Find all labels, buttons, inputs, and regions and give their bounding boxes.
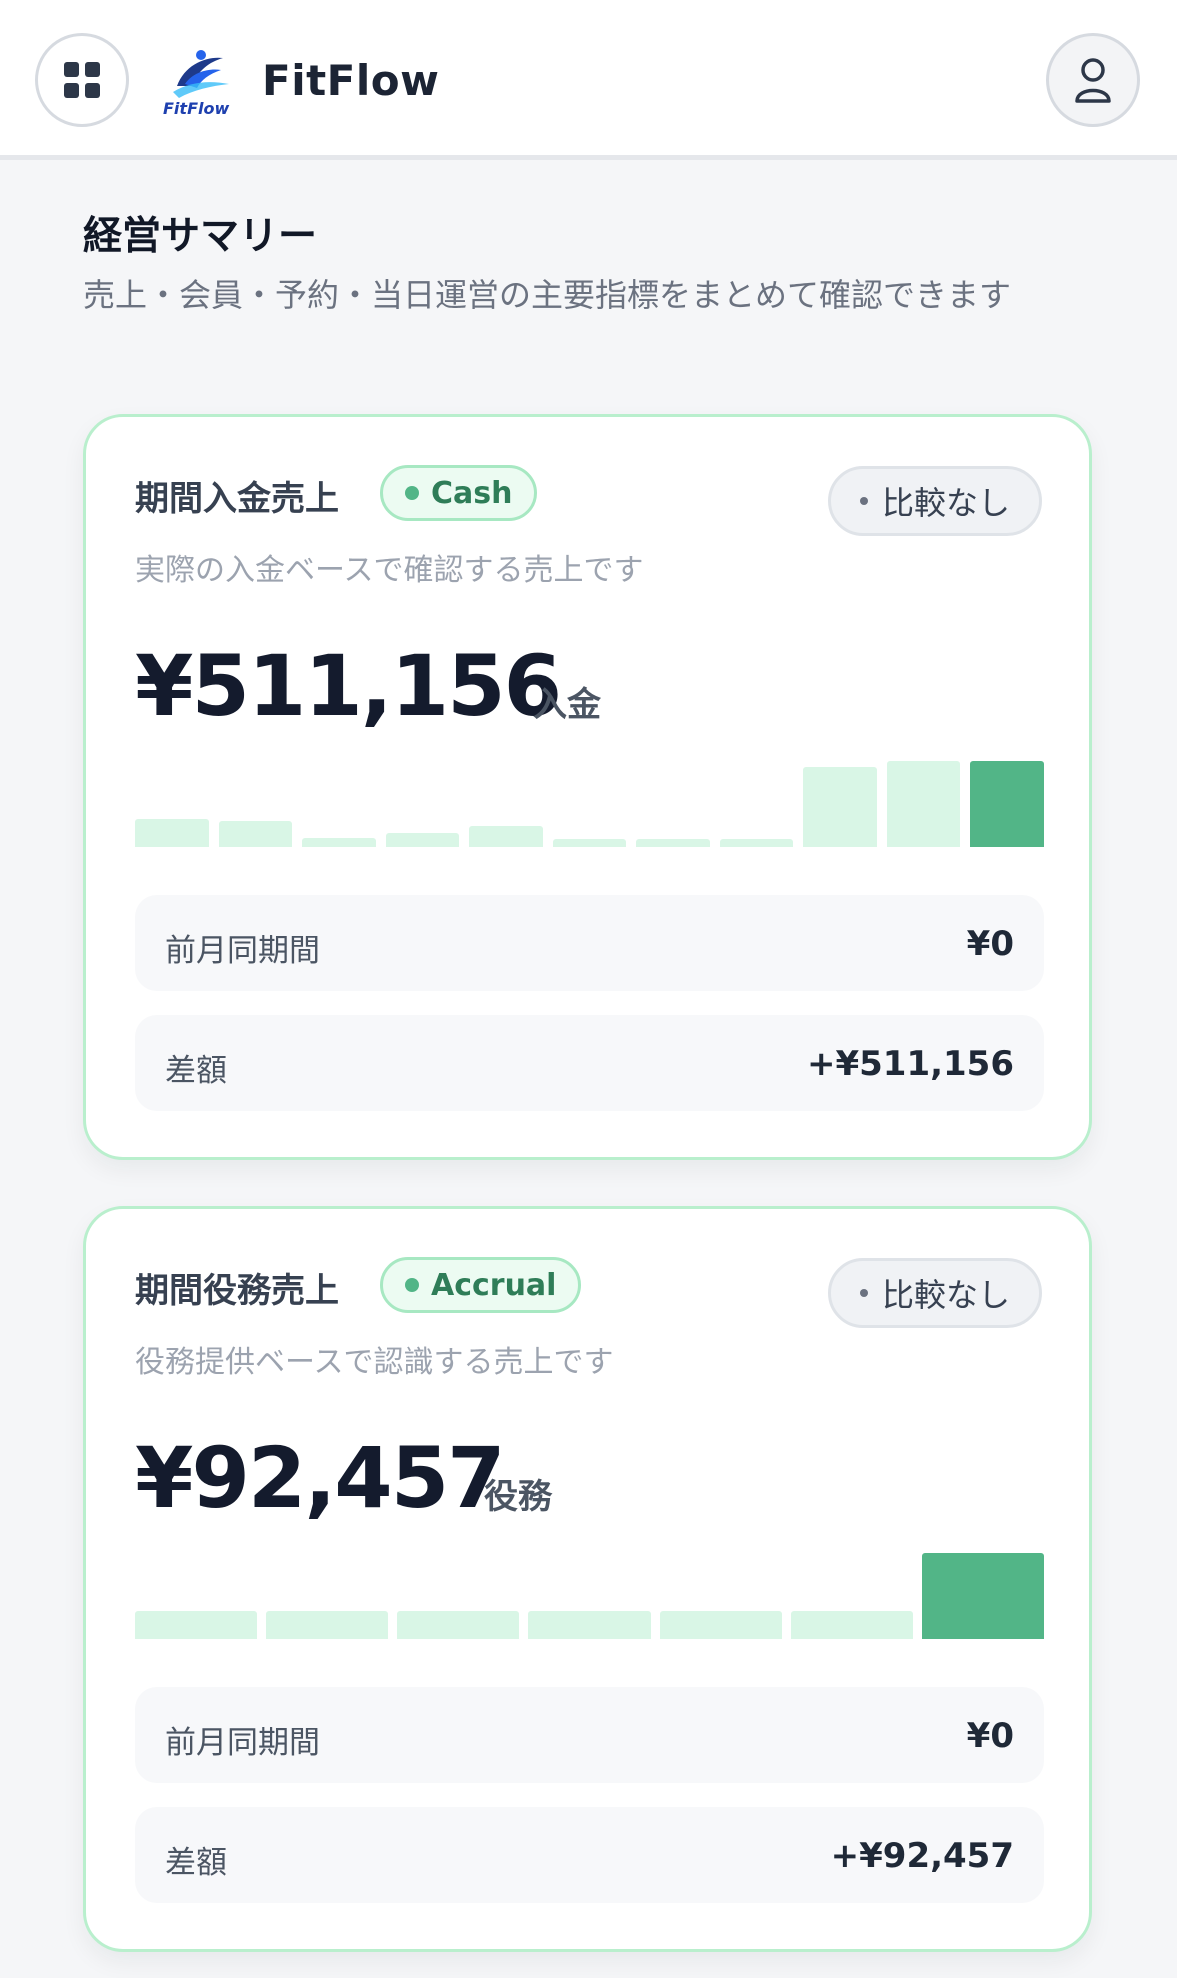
accrual-tag: Accrual bbox=[380, 1257, 582, 1313]
fitflow-logo: FitFlow bbox=[163, 50, 229, 118]
cash-revenue-card: 期間入金売上 Cash 比較なし 実際の入金ベースで確認する売上です ¥511,… bbox=[83, 414, 1092, 1160]
svg-text:FitFlow: FitFlow bbox=[163, 99, 229, 118]
user-icon bbox=[1075, 58, 1111, 103]
tag-label: Accrual bbox=[431, 1267, 557, 1303]
trend-bar bbox=[135, 818, 209, 847]
row-label: 差額 bbox=[165, 1053, 227, 1089]
trend-bar bbox=[385, 833, 460, 847]
trend-bar bbox=[302, 838, 376, 847]
grid-icon bbox=[64, 62, 100, 98]
user-account-button[interactable] bbox=[1046, 33, 1140, 127]
row-label: 前月同期間 bbox=[165, 1725, 320, 1761]
status-dot-icon bbox=[405, 1278, 419, 1292]
amount-unit: 入金 bbox=[533, 685, 601, 725]
compare-label: 比較なし bbox=[881, 1276, 1010, 1314]
revenue-amount: ¥511,156 bbox=[135, 637, 562, 735]
accrual-revenue-card: 期間役務売上 Accrual 比較なし 役務提供ベースで認識する売上です ¥92… bbox=[83, 1206, 1092, 1952]
current-period-bar bbox=[970, 761, 1045, 847]
trend-bar bbox=[886, 761, 961, 847]
trend-bar bbox=[266, 1610, 389, 1639]
app-header: FitFlow FitFlow bbox=[0, 0, 1177, 160]
row-value: +¥511,156 bbox=[806, 1044, 1014, 1084]
row-value: ¥0 bbox=[966, 1716, 1014, 1756]
brand-name: FitFlow bbox=[262, 56, 440, 105]
card-description: 実際の入金ベースで確認する売上です bbox=[135, 553, 644, 588]
trend-bar bbox=[719, 839, 794, 847]
revenue-amount: ¥92,457 bbox=[135, 1429, 506, 1527]
card-title: 期間役務売上 bbox=[135, 1271, 339, 1311]
amount-unit: 役務 bbox=[484, 1477, 552, 1517]
row-label: 差額 bbox=[165, 1845, 227, 1881]
trend-bar bbox=[218, 821, 293, 847]
previous-period-row: 前月同期間 ¥0 bbox=[135, 1687, 1044, 1783]
row-label: 前月同期間 bbox=[165, 933, 320, 969]
trend-bar bbox=[636, 839, 710, 847]
bullet-icon bbox=[859, 497, 868, 505]
trend-bar bbox=[790, 1610, 913, 1639]
trend-bar bbox=[397, 1610, 520, 1639]
status-dot-icon bbox=[405, 486, 419, 500]
cash-tag: Cash bbox=[380, 465, 538, 521]
menu-button[interactable] bbox=[35, 33, 129, 127]
trend-bar bbox=[803, 767, 877, 847]
current-period-bar bbox=[921, 1553, 1044, 1639]
page-subtitle: 売上・会員・予約・当日運営の主要指標をまとめて確認できます bbox=[83, 276, 1012, 314]
page-title: 経営サマリー bbox=[83, 214, 318, 259]
bullet-icon bbox=[859, 1289, 868, 1297]
difference-row: 差額 +¥511,156 bbox=[135, 1015, 1044, 1111]
trend-bar bbox=[659, 1610, 782, 1639]
trend-bar bbox=[552, 839, 627, 847]
row-value: ¥0 bbox=[966, 924, 1014, 964]
compare-label: 比較なし bbox=[881, 484, 1010, 522]
compare-button[interactable]: 比較なし bbox=[828, 466, 1042, 536]
difference-row: 差額 +¥92,457 bbox=[135, 1807, 1044, 1903]
tag-label: Cash bbox=[431, 475, 513, 511]
card-title: 期間入金売上 bbox=[135, 479, 339, 519]
trend-bar bbox=[528, 1610, 651, 1639]
trend-bar-chart bbox=[135, 1553, 1044, 1639]
previous-period-row: 前月同期間 ¥0 bbox=[135, 895, 1044, 991]
trend-bar bbox=[135, 1610, 258, 1639]
row-value: +¥92,457 bbox=[830, 1836, 1014, 1876]
trend-bar-chart bbox=[135, 761, 1045, 847]
trend-bar bbox=[469, 825, 543, 847]
compare-button[interactable]: 比較なし bbox=[828, 1258, 1042, 1328]
card-description: 役務提供ベースで認識する売上です bbox=[135, 1345, 614, 1380]
